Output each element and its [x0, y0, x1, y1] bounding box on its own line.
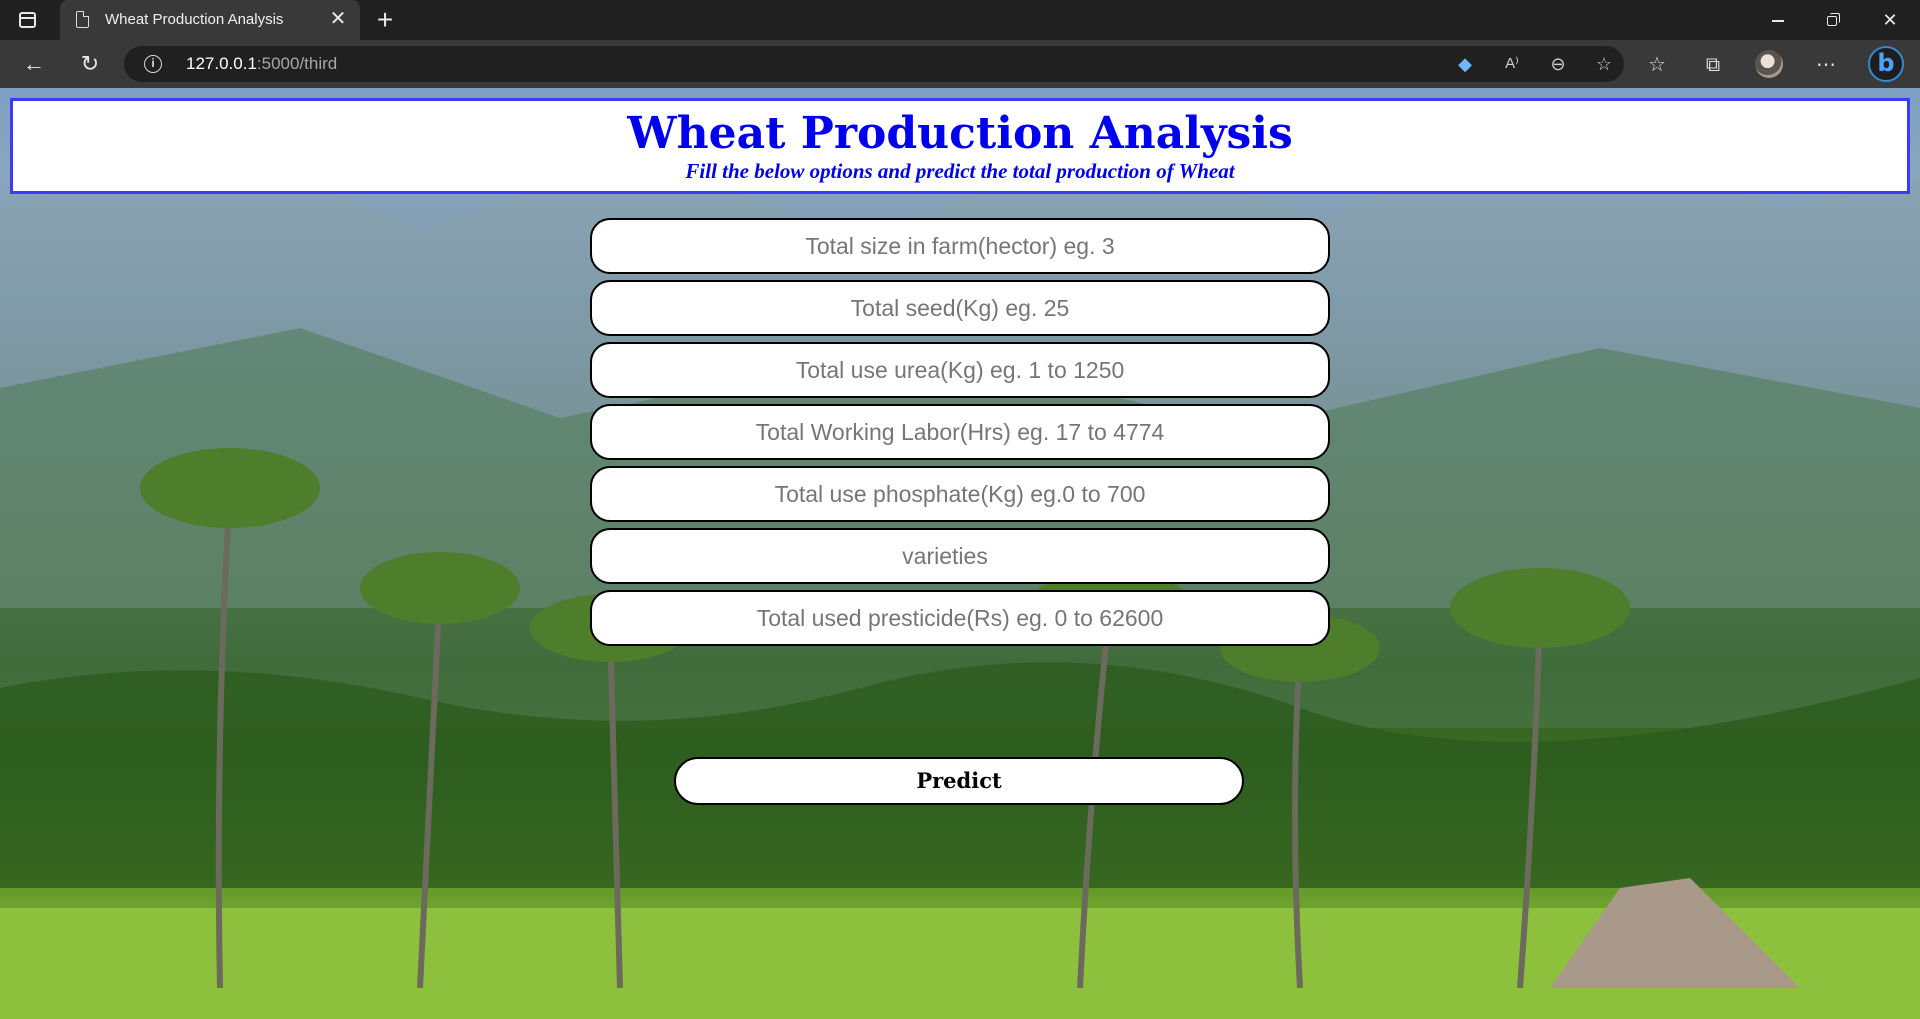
tag-icon[interactable]: ◆ [1454, 53, 1476, 75]
page-viewport: Wheat Production Analysis Fill the below… [0, 88, 1920, 1019]
reload-icon[interactable]: ↻ [74, 48, 106, 80]
avatar[interactable] [1755, 50, 1783, 78]
farm-size-input[interactable] [590, 218, 1330, 274]
read-aloud-icon[interactable]: A⁾ [1501, 53, 1523, 75]
new-tab-button[interactable]: + [370, 5, 400, 35]
browser-toolbar: ← ↻ i 127.0.0.1:5000/third ◆ A⁾ ⊖ ☆ ☆ ⧉ … [0, 40, 1920, 88]
more-icon[interactable]: ⋯ [1813, 52, 1839, 78]
browser-titlebar: Wheat Production Analysis ✕ + ✕ [0, 0, 1920, 40]
labor-hours-input[interactable] [590, 404, 1330, 460]
close-icon[interactable]: ✕ [328, 9, 348, 29]
back-arrow-icon[interactable]: ← [18, 48, 50, 80]
predict-button[interactable]: Predict [674, 757, 1244, 805]
tab-title: Wheat Production Analysis [105, 11, 284, 28]
phosphate-input[interactable] [590, 466, 1330, 522]
collections-icon[interactable]: ⧉ [1700, 52, 1726, 78]
urea-input[interactable] [590, 342, 1330, 398]
bing-icon[interactable]: b [1868, 46, 1904, 82]
page-title: Wheat Production Analysis [627, 108, 1293, 159]
favorites-icon[interactable]: ☆ [1644, 52, 1670, 78]
browser-tab[interactable]: Wheat Production Analysis ✕ [60, 0, 360, 40]
address-bar[interactable]: i 127.0.0.1:5000/third ◆ A⁾ ⊖ ☆ [124, 46, 1624, 82]
info-icon[interactable]: i [144, 55, 162, 73]
url-text[interactable]: 127.0.0.1:5000/third [186, 54, 337, 74]
tab-strip-icon[interactable] [16, 9, 40, 31]
window-close-button[interactable]: ✕ [1872, 6, 1908, 34]
restore-button[interactable] [1815, 6, 1851, 34]
star-plus-icon[interactable]: ☆ [1593, 53, 1615, 75]
minimize-button[interactable] [1760, 6, 1796, 34]
page-header: Wheat Production Analysis Fill the below… [10, 98, 1910, 194]
pesticide-input[interactable] [590, 590, 1330, 646]
page-icon [76, 11, 89, 28]
zoom-out-icon[interactable]: ⊖ [1547, 53, 1569, 75]
page-subtitle: Fill the below options and predict the t… [685, 159, 1235, 183]
varieties-select[interactable]: varieties [590, 528, 1330, 584]
seed-input[interactable] [590, 280, 1330, 336]
